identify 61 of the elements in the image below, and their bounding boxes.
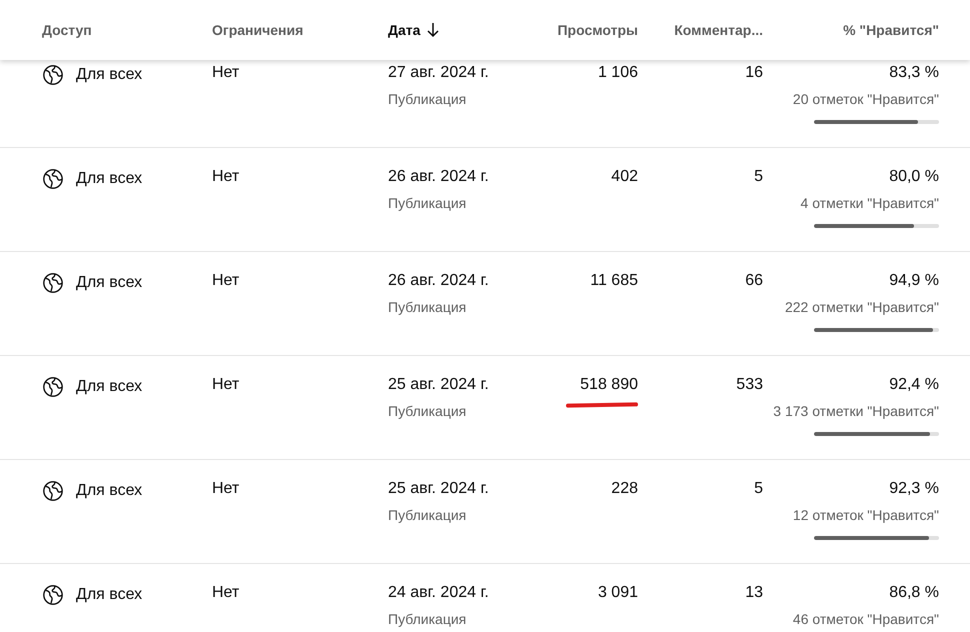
globe-icon bbox=[42, 168, 64, 190]
visibility-text: Для всех bbox=[76, 586, 142, 604]
like-percentage: 86,8 % bbox=[889, 584, 939, 602]
date-text: 27 авг. 2024 г. bbox=[388, 64, 489, 82]
comments-count: 66 bbox=[745, 272, 763, 290]
restrictions-text: Нет bbox=[212, 480, 240, 498]
comments-count: 5 bbox=[754, 480, 763, 498]
restrictions-text: Нет bbox=[212, 272, 240, 290]
comments-count: 16 bbox=[745, 64, 763, 82]
views-count: 402 bbox=[611, 168, 638, 186]
globe-icon bbox=[42, 584, 64, 606]
views-count: 3 091 bbox=[598, 584, 638, 602]
globe-icon bbox=[42, 376, 64, 398]
likes-count: 3 173 отметки "Нравится" bbox=[773, 403, 939, 419]
globe-icon bbox=[42, 64, 64, 86]
likes-count: 222 отметки "Нравится" bbox=[784, 299, 939, 315]
globe-icon bbox=[42, 480, 64, 502]
restrictions-text: Нет bbox=[212, 64, 240, 82]
date-type-text: Публикация bbox=[388, 91, 466, 107]
like-percentage: 94,9 % bbox=[889, 272, 939, 290]
date-type-text: Публикация bbox=[388, 299, 466, 315]
likes-count: 46 отметок "Нравится" bbox=[792, 611, 939, 627]
likes-count: 20 отметок "Нравится" bbox=[792, 91, 939, 107]
date-type-text: Публикация bbox=[388, 403, 466, 419]
like-percentage: 83,3 % bbox=[889, 64, 939, 82]
visibility-text: Для всех bbox=[76, 170, 142, 188]
column-header[interactable]: Ограничения bbox=[212, 22, 388, 38]
likes-count: 12 отметок "Нравится" bbox=[792, 507, 939, 523]
date-type-text: Публикация bbox=[388, 195, 466, 211]
column-header[interactable]: Комментар... bbox=[638, 22, 763, 38]
column-header[interactable]: Просмотры bbox=[538, 22, 638, 38]
down-arrow-icon bbox=[426, 22, 440, 38]
likes-count: 4 отметки "Нравится" bbox=[800, 195, 939, 211]
globe-icon bbox=[42, 272, 64, 294]
date-text: 25 авг. 2024 г. bbox=[388, 480, 489, 498]
date-text: 26 авг. 2024 г. bbox=[388, 168, 489, 186]
column-header[interactable]: Доступ bbox=[42, 22, 212, 38]
visibility-text: Для всех bbox=[76, 66, 142, 84]
views-count: 228 bbox=[611, 480, 638, 498]
restrictions-text: Нет bbox=[212, 584, 240, 602]
date-text: 26 авг. 2024 г. bbox=[388, 272, 489, 290]
date-text: 25 авг. 2024 г. bbox=[388, 376, 489, 394]
date-type-text: Публикация bbox=[388, 507, 466, 523]
restrictions-text: Нет bbox=[212, 376, 240, 394]
restrictions-text: Нет bbox=[212, 168, 240, 186]
comments-count: 533 bbox=[736, 376, 763, 394]
date-type-text: Публикация bbox=[388, 611, 466, 627]
like-percentage: 80,0 % bbox=[889, 168, 939, 186]
views-count: 1 106 bbox=[598, 64, 638, 82]
column-header[interactable]: % "Нравится" bbox=[763, 22, 939, 38]
visibility-text: Для всех bbox=[76, 274, 142, 292]
views-count: 518 890 bbox=[580, 376, 638, 394]
like-percentage: 92,3 % bbox=[889, 480, 939, 498]
date-text: 24 авг. 2024 г. bbox=[388, 584, 489, 602]
comments-count: 13 bbox=[745, 584, 763, 602]
visibility-text: Для всех bbox=[76, 378, 142, 396]
column-header[interactable]: Дата bbox=[388, 22, 538, 38]
comments-count: 5 bbox=[754, 168, 763, 186]
views-count: 11 685 bbox=[590, 272, 638, 290]
visibility-text: Для всех bbox=[76, 482, 142, 500]
like-percentage: 92,4 % bbox=[889, 376, 939, 394]
